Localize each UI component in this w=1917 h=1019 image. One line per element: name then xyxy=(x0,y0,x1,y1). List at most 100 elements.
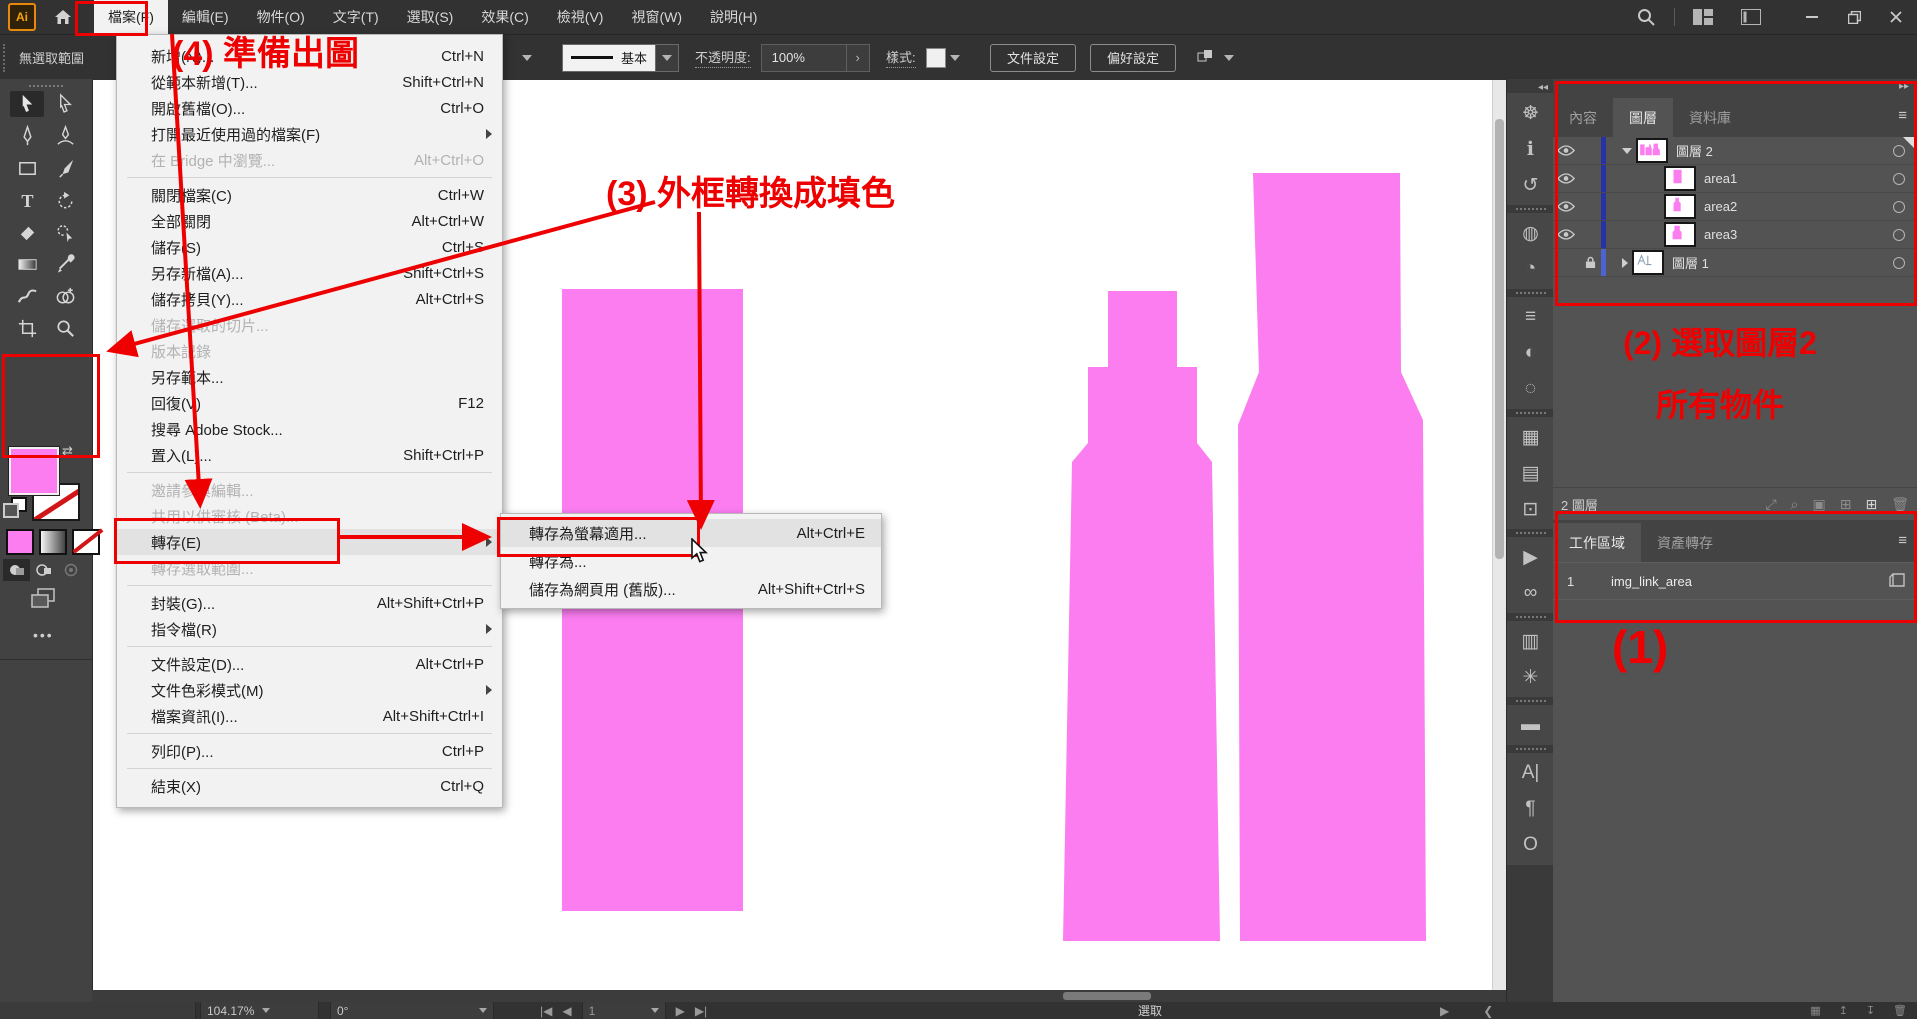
curvature-tool[interactable] xyxy=(48,123,82,149)
last-artboard-icon[interactable]: ▶| xyxy=(695,1004,707,1018)
file-menu-item[interactable]: 封裝(G)...Alt+Shift+Ctrl+P xyxy=(117,590,502,616)
move-down-icon[interactable]: ↧ xyxy=(1866,1004,1875,1017)
swatches-icon[interactable]: ▥ xyxy=(1507,623,1554,659)
stroke-style-field[interactable]: 基本 xyxy=(562,45,679,71)
file-menu-item[interactable]: 另存新檔(A)...Shift+Ctrl+S xyxy=(117,260,502,286)
draw-behind-mode-icon[interactable] xyxy=(30,559,57,581)
layer-name[interactable]: area2 xyxy=(1704,199,1737,214)
layer-thumbnail[interactable] xyxy=(1632,250,1664,275)
delete-layer-icon[interactable]: 🗑 xyxy=(1891,496,1909,513)
menubar-item[interactable]: 效果(C) xyxy=(467,0,542,34)
controlbar-drag-handle[interactable] xyxy=(3,44,11,72)
visibility-eye-icon[interactable] xyxy=(1553,144,1579,157)
type-tool[interactable]: T xyxy=(10,187,44,213)
artboards-panel-menu-icon[interactable]: ≡ xyxy=(1898,532,1907,549)
history-icon[interactable]: ↺ xyxy=(1507,167,1554,203)
edit-toolbar-icon[interactable]: ••• xyxy=(33,627,54,643)
color-icon[interactable]: ◍ xyxy=(1507,215,1554,251)
selection-tool[interactable] xyxy=(10,91,44,117)
draw-normal-mode-icon[interactable] xyxy=(3,559,30,581)
new-sublayer-icon[interactable]: ⊞ xyxy=(1840,496,1852,513)
default-fill-stroke-icon[interactable] xyxy=(3,497,27,517)
make-mask-icon[interactable]: ▣ xyxy=(1813,496,1826,513)
eyedropper-tool[interactable] xyxy=(48,251,82,277)
preferences-button[interactable]: 偏好設定 xyxy=(1090,44,1176,72)
file-menu-item[interactable]: 打開最近使用過的檔案(F) xyxy=(117,121,502,147)
target-circle-icon[interactable] xyxy=(1893,229,1905,241)
menubar-item[interactable]: 說明(H) xyxy=(696,0,771,34)
horizontal-scrollbar-thumb[interactable] xyxy=(1063,992,1151,1000)
layer-name[interactable]: area1 xyxy=(1704,171,1737,186)
style-swatch[interactable] xyxy=(926,48,946,68)
actions-icon[interactable]: ▶ xyxy=(1507,539,1554,575)
artboard-number-dropdown[interactable]: 1 xyxy=(582,1002,666,1019)
layer-row[interactable]: 圖層 1 xyxy=(1553,249,1917,277)
artboard-tool[interactable] xyxy=(10,315,44,341)
menubar-item[interactable]: 物件(O) xyxy=(243,0,319,34)
change-screen-mode-icon[interactable] xyxy=(30,587,56,614)
gradient-panel-icon[interactable]: ▬ xyxy=(1507,707,1554,743)
file-menu-item[interactable]: 轉存(E) xyxy=(117,529,502,555)
tab-內容[interactable]: 內容 xyxy=(1553,98,1613,137)
next-artboard-icon[interactable]: ▶ xyxy=(676,1004,685,1018)
layer-row[interactable]: 圖層 2 xyxy=(1553,137,1917,165)
direct-selection-tool[interactable] xyxy=(48,91,82,117)
visibility-eye-icon[interactable] xyxy=(1553,200,1579,213)
file-menu-item[interactable]: 從範本新增(T)...Shift+Ctrl+N xyxy=(117,69,502,95)
style-label[interactable]: 樣式: xyxy=(886,47,916,68)
tab-工作區域[interactable]: 工作區域 xyxy=(1553,523,1641,562)
opacity-label[interactable]: 不透明度: xyxy=(695,47,751,68)
move-up-icon[interactable]: ↥ xyxy=(1839,1004,1848,1017)
shape-builder-tool[interactable] xyxy=(48,283,82,309)
close-button[interactable] xyxy=(1875,0,1917,34)
layer-name[interactable]: area3 xyxy=(1704,227,1737,242)
artboard-row[interactable]: 1img_link_area xyxy=(1553,562,1917,600)
layer-thumbnail[interactable] xyxy=(1664,166,1696,191)
symbols-icon[interactable]: ✳ xyxy=(1507,659,1554,695)
file-menu-item[interactable]: 文件色彩模式(M) xyxy=(117,677,502,703)
color-guide-icon[interactable]: ◔ xyxy=(1507,251,1554,287)
align-icon[interactable]: ▤ xyxy=(1507,455,1554,491)
target-circle-icon[interactable] xyxy=(1893,201,1905,213)
workspace-switcher-icon[interactable] xyxy=(1693,9,1713,25)
dock-group-separator[interactable] xyxy=(1516,532,1546,534)
variable-width-dropdown-icon[interactable] xyxy=(522,55,532,61)
vertical-scrollbar[interactable] xyxy=(1492,79,1506,990)
layer-row[interactable]: area1 xyxy=(1553,165,1917,193)
align-options-icon[interactable] xyxy=(1196,49,1234,67)
trash-icon[interactable]: 🗑 xyxy=(1893,1004,1907,1017)
dock-group-separator[interactable] xyxy=(1516,208,1546,210)
menubar-item[interactable]: 視窗(W) xyxy=(617,0,696,34)
layer-row[interactable]: area2 xyxy=(1553,193,1917,221)
pathfinder-icon[interactable]: ⊡ xyxy=(1507,491,1554,527)
target-circle-icon[interactable] xyxy=(1893,257,1905,269)
tab-資產轉存[interactable]: 資產轉存 xyxy=(1641,523,1729,562)
export-submenu-item[interactable]: 轉存為螢幕適用...Alt+Ctrl+E xyxy=(501,519,881,547)
home-icon[interactable] xyxy=(54,9,72,25)
info-icon[interactable]: ℹ xyxy=(1507,131,1554,167)
opacity-stepper-icon[interactable]: › xyxy=(847,44,870,72)
color-mode-gradient-chip[interactable] xyxy=(39,529,67,555)
file-menu-item[interactable]: 列印(P)...Ctrl+P xyxy=(117,738,502,764)
file-menu-item[interactable]: 全部關閉Alt+Ctrl+W xyxy=(117,208,502,234)
menubar-item[interactable]: 選取(S) xyxy=(393,0,468,34)
character-icon[interactable]: A| xyxy=(1507,755,1554,791)
layer-name[interactable]: 圖層 2 xyxy=(1676,141,1713,160)
rectangle-tool[interactable] xyxy=(10,155,44,181)
new-layer-icon[interactable]: ⊞ xyxy=(1865,496,1877,513)
artwork-area3[interactable] xyxy=(1238,173,1426,941)
file-menu-item[interactable]: 文件設定(D)...Alt+Ctrl+P xyxy=(117,651,502,677)
export-submenu-item[interactable]: 儲存為網頁用 (舊版)...Alt+Shift+Ctrl+S xyxy=(501,575,881,603)
layer-name[interactable]: 圖層 1 xyxy=(1672,253,1709,272)
rotation-dropdown[interactable]: 0° xyxy=(330,1002,494,1019)
visibility-eye-icon[interactable] xyxy=(1553,228,1579,241)
artwork-area2[interactable] xyxy=(1063,291,1220,941)
swap-fill-stroke-icon[interactable]: ⇄ xyxy=(62,443,73,459)
file-menu-item[interactable]: 儲存(S)Ctrl+S xyxy=(117,234,502,260)
prev-artboard-icon[interactable]: ◀ xyxy=(562,1004,571,1018)
visibility-eye-icon[interactable] xyxy=(1553,172,1579,185)
expand-chevron-icon[interactable] xyxy=(1622,148,1632,154)
pen-tool[interactable] xyxy=(10,123,44,149)
file-menu-item[interactable]: 另存範本... xyxy=(117,364,502,390)
file-menu-item[interactable]: 回復(V)F12 xyxy=(117,390,502,416)
